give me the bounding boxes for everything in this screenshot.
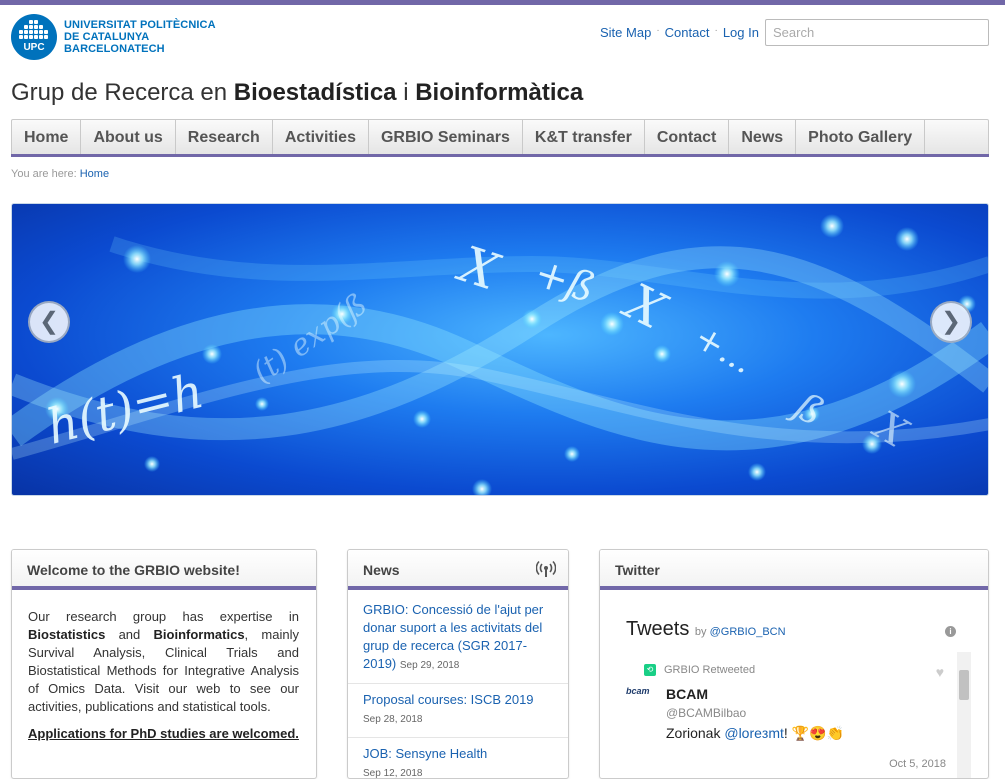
tweet-text: Zorionak @loreзmt! 🏆😍👏 (666, 725, 844, 742)
twitter-panel: Twitter Tweets by @GRBIO_BCN i ⟲ GRBIO R… (599, 549, 989, 779)
scrollbar-thumb[interactable] (959, 670, 969, 700)
top-accent-bar (0, 0, 1005, 5)
news-item: GRBIO: Concessió de l'ajut per donar sup… (348, 594, 568, 684)
nav-underline (11, 154, 989, 157)
chevron-right-icon: ❯ (940, 308, 962, 335)
upc-logo-emblem: UPC (11, 14, 57, 60)
nav-item-about-us[interactable]: About us (81, 120, 176, 156)
upc-logo[interactable]: UPC UNIVERSITAT POLITÈCNICA DE CATALUNYA… (11, 14, 221, 60)
news-item-link[interactable]: Proposal courses: ISCB 2019 (363, 692, 534, 707)
retweet-icon: ⟲ (644, 664, 656, 676)
tweet-mention-link[interactable]: @loreзmt (724, 725, 784, 741)
site-title-bioestadistica: Bioestadística (233, 79, 397, 106)
twitter-handle-link[interactable]: @GRBIO_BCN (710, 626, 786, 638)
phd-applications-link[interactable]: Applications for PhD studies are welcome… (28, 725, 299, 743)
link-separator: · (714, 25, 718, 36)
news-item: JOB: Sensyne Health Sep 12, 2018 (348, 738, 568, 778)
avatar[interactable]: bcam (626, 686, 658, 702)
nav-item-research[interactable]: Research (176, 120, 273, 156)
site-map-link[interactable]: Site Map (600, 25, 651, 40)
tweet-author-name[interactable]: BCAM (666, 686, 708, 702)
tweet-date[interactable]: Oct 5, 2018 (889, 758, 946, 770)
welcome-biostatistics: Biostatistics (28, 627, 106, 642)
log-in-link[interactable]: Log In (723, 25, 759, 40)
carousel-prev-button[interactable]: ❮ (28, 301, 70, 343)
welcome-text: Our research group has expertise in Bios… (12, 590, 316, 743)
heart-icon[interactable]: ♥ (936, 664, 944, 680)
tweets-label: Tweets (626, 618, 690, 640)
news-item-date: Sep 29, 2018 (399, 660, 460, 671)
main-nav: Home About us Research Activities GRBIO … (11, 119, 989, 157)
welcome-text-part: and (105, 627, 154, 642)
utility-links: Site Map · Contact · Log In (600, 25, 759, 40)
logo-line-3: BARCELONATECH (64, 43, 165, 55)
nav-item-activities[interactable]: Activities (273, 120, 369, 156)
breadcrumb-prefix: You are here: (11, 168, 77, 180)
nav-item-home[interactable]: Home (12, 120, 82, 156)
tweets-by-label: by (694, 626, 707, 638)
news-item: Proposal courses: ISCB 2019 Sep 28, 2018 (348, 684, 568, 738)
logo-line-2: DE CATALUNYA (64, 31, 150, 43)
retweet-label: GRBIO Retweeted (664, 664, 756, 676)
nav-item-grbio-seminars[interactable]: GRBIO Seminars (369, 120, 523, 156)
svg-text:+...: +... (688, 317, 761, 382)
contact-link[interactable]: Contact (665, 25, 710, 40)
tweet-author-handle[interactable]: @BCAMBilbao (666, 706, 746, 720)
news-list: GRBIO: Concessió de l'ajut per donar sup… (348, 590, 568, 778)
news-item-date: Sep 28, 2018 (363, 714, 423, 725)
site-title: Grup de Recerca en Bioestadística i Bioi… (11, 79, 583, 107)
hero-carousel[interactable]: h(t)=h (t) exp(ß X +ß X +... ß X ❮ ❯ (11, 203, 989, 496)
breadcrumb: You are here: Home (11, 168, 109, 180)
news-panel: News GRBIO: Concessió de l'ajut per dona… (347, 549, 569, 779)
rss-feed-icon[interactable] (536, 560, 556, 578)
retweet-indicator: ⟲ GRBIO Retweeted (644, 664, 755, 676)
nav-item-photo-gallery[interactable]: Photo Gallery (796, 120, 926, 156)
news-panel-header: News (348, 550, 568, 590)
twitter-scrollbar[interactable] (957, 652, 971, 778)
welcome-panel: Welcome to the GRBIO website! Our resear… (11, 549, 317, 779)
breadcrumb-home-link[interactable]: Home (80, 168, 109, 180)
info-icon[interactable]: i (945, 626, 956, 637)
welcome-text-part: Our research group has expertise in (28, 609, 299, 624)
upc-logo-text: UNIVERSITAT POLITÈCNICA DE CATALUNYA BAR… (64, 19, 216, 55)
carousel-next-button[interactable]: ❯ (930, 301, 972, 343)
welcome-panel-title: Welcome to the GRBIO website! (12, 550, 316, 590)
logo-line-1: UNIVERSITAT POLITÈCNICA (64, 19, 216, 31)
link-separator: · (656, 25, 660, 36)
welcome-bioinformatics: Bioinformatics (153, 627, 245, 642)
tweets-heading: Tweets by @GRBIO_BCN (626, 618, 786, 641)
tweet-text-suffix: ! 🏆😍👏 (783, 725, 844, 741)
news-item-link[interactable]: JOB: Sensyne Health (363, 746, 487, 761)
hero-formula-image: h(t)=h (t) exp(ß X +ß X +... ß X (12, 214, 988, 495)
search-input[interactable] (765, 19, 989, 46)
upc-logo-badge: UPC (23, 42, 45, 53)
news-panel-title: News (363, 562, 400, 578)
tweet-text-prefix: Zorionak (666, 725, 725, 741)
nav-item-contact[interactable]: Contact (645, 120, 730, 156)
site-title-bioinformatica: Bioinformàtica (415, 79, 584, 106)
nav-item-kt-transfer[interactable]: K&T transfer (523, 120, 645, 156)
twitter-panel-title: Twitter (600, 550, 988, 590)
site-title-conjunction: i (396, 79, 416, 106)
site-title-prefix: Grup de Recerca en (11, 79, 234, 106)
chevron-left-icon: ❮ (38, 308, 60, 335)
nav-item-news[interactable]: News (729, 120, 797, 156)
